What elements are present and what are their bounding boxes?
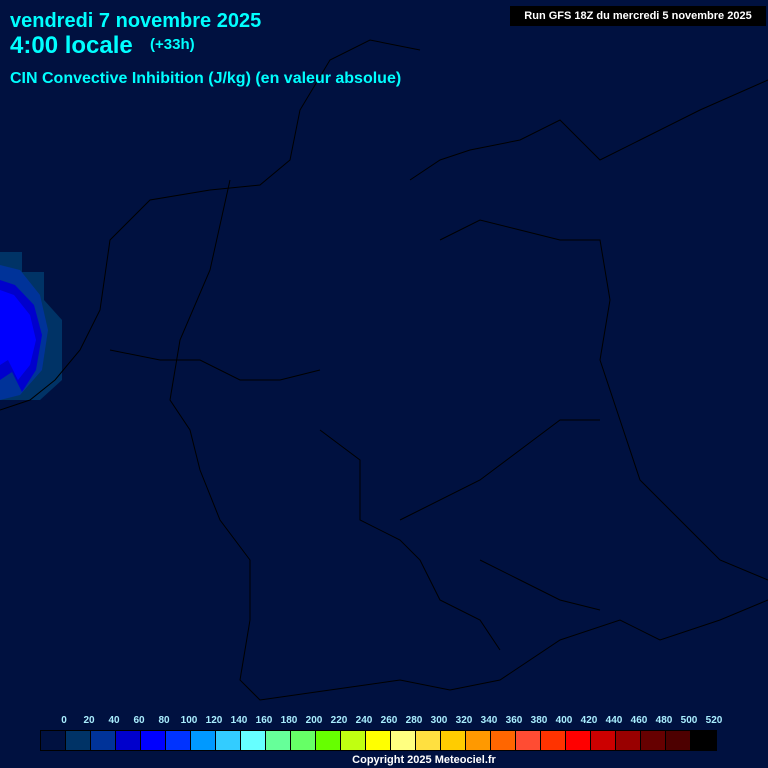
forecast-offset: (+33h) xyxy=(150,36,195,53)
legend-label: 160 xyxy=(255,715,273,726)
legend-label: 360 xyxy=(505,715,523,726)
legend-label: 240 xyxy=(355,715,373,726)
legend-label: 0 xyxy=(61,715,67,726)
legend-label: 120 xyxy=(205,715,223,726)
legend-swatch xyxy=(266,731,291,750)
legend-swatch xyxy=(591,731,616,750)
legend-label: 300 xyxy=(430,715,448,726)
legend-label: 100 xyxy=(180,715,198,726)
legend-label: 460 xyxy=(630,715,648,726)
copyright: Copyright 2025 Meteociel.fr xyxy=(352,754,496,766)
legend-label: 320 xyxy=(455,715,473,726)
legend-swatch xyxy=(691,731,716,750)
legend-swatch xyxy=(216,731,241,750)
legend-swatch xyxy=(166,731,191,750)
map-canvas xyxy=(0,39,768,701)
legend-label: 60 xyxy=(133,715,145,726)
legend-swatch xyxy=(616,731,641,750)
legend-label: 480 xyxy=(655,715,673,726)
country-borders xyxy=(0,39,768,701)
legend-swatch xyxy=(341,731,366,750)
legend-swatch xyxy=(466,731,491,750)
legend-label: 340 xyxy=(480,715,498,726)
legend-swatch xyxy=(416,731,441,750)
legend-label: 520 xyxy=(705,715,723,726)
legend-swatch xyxy=(516,731,541,750)
legend-swatch xyxy=(116,731,141,750)
legend-swatch xyxy=(141,731,166,750)
legend-label: 500 xyxy=(680,715,698,726)
legend-label: 380 xyxy=(530,715,548,726)
legend-swatch xyxy=(441,731,466,750)
forecast-time: 4:00 locale xyxy=(10,32,133,59)
legend-swatch xyxy=(566,731,591,750)
parameter-title: CIN Convective Inhibition (J/kg) (en val… xyxy=(10,70,402,87)
legend-label: 220 xyxy=(330,715,348,726)
legend-swatch xyxy=(291,731,316,750)
legend-swatch xyxy=(641,731,666,750)
legend-label: 260 xyxy=(380,715,398,726)
legend-swatch xyxy=(366,731,391,750)
legend-label: 200 xyxy=(305,715,323,726)
legend-swatch xyxy=(91,731,116,750)
legend-label: 140 xyxy=(230,715,248,726)
legend-swatch xyxy=(541,731,566,750)
legend-label: 180 xyxy=(280,715,298,726)
legend-label: 80 xyxy=(158,715,170,726)
legend-label: 440 xyxy=(605,715,623,726)
legend-swatch xyxy=(66,731,91,750)
forecast-date: vendredi 7 novembre 2025 xyxy=(10,10,262,32)
legend-swatch xyxy=(191,731,216,750)
run-info: Run GFS 18Z du mercredi 5 novembre 2025 xyxy=(510,6,766,26)
legend-swatch xyxy=(666,731,691,750)
color-legend xyxy=(40,730,717,751)
legend-label: 280 xyxy=(405,715,423,726)
weather-map: vendredi 7 novembre 2025 4:00 locale (+3… xyxy=(0,0,768,768)
legend-swatch xyxy=(316,731,341,750)
legend-label: 40 xyxy=(108,715,120,726)
legend-label: 20 xyxy=(83,715,95,726)
cin-field xyxy=(0,252,62,400)
legend-swatch xyxy=(391,731,416,750)
legend-swatch xyxy=(491,731,516,750)
legend-label: 420 xyxy=(580,715,598,726)
legend-swatch xyxy=(241,731,266,750)
legend-swatch xyxy=(41,731,66,750)
legend-label: 400 xyxy=(555,715,573,726)
